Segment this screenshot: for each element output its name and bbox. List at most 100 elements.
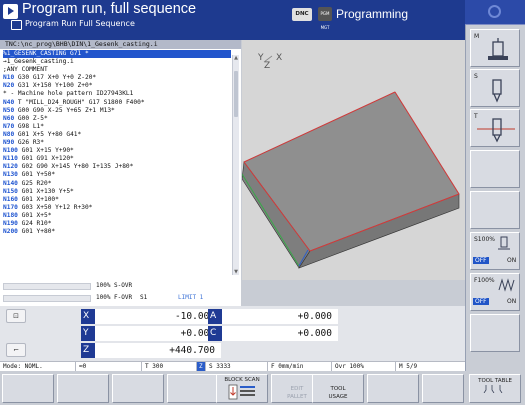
status-mode: Mode: NOML. (0, 362, 76, 371)
feed-override-on[interactable]: ON (507, 298, 516, 305)
program-lines[interactable]: %1_GESENK_CASTING G71 * →1_Gesenk_casting… (3, 50, 231, 262)
nc-code: G26 R3* (14, 139, 44, 147)
workpiece-3d-view: Y Z X (242, 53, 460, 269)
block-scan-icon (228, 384, 255, 400)
axis-row-x: X -10.000 (81, 309, 221, 324)
softkey-m-function[interactable]: M (470, 29, 520, 67)
spindle-override-on[interactable]: ON (507, 257, 516, 264)
axis-label-c: C (208, 326, 222, 341)
zero-point-icon[interactable]: ⌐ (6, 343, 26, 357)
softkey-t-function[interactable]: T (470, 109, 520, 147)
spindle-override-off[interactable]: OFF (473, 257, 489, 264)
status-tool: T 300 (142, 362, 197, 371)
program-path: TNC:\nc_prog\BHB\DIN\1_Gesenk_casting.i (0, 40, 241, 49)
program-line[interactable]: ;ANY COMMENT (3, 66, 231, 74)
program-line[interactable]: * - Machine hole pattern ID27943KL1 (3, 90, 231, 98)
program-line[interactable]: N160 G01 X+100* (3, 196, 231, 204)
scroll-thumb[interactable] (234, 71, 238, 117)
spindle-override-text: 100% S-OVR (96, 282, 133, 289)
bottom-softkey-3[interactable] (112, 374, 164, 403)
softkey-blank-3[interactable] (470, 314, 520, 352)
position-mode-icon[interactable]: ⊡ (6, 309, 26, 323)
bottom-softkey-8[interactable] (367, 374, 419, 403)
softkey-blank-1[interactable] (470, 150, 520, 188)
program-line[interactable]: N180 G01 X+5* (3, 212, 231, 220)
program-line[interactable]: N90 G26 R3* (3, 139, 231, 147)
scroll-up-icon[interactable]: ▲ (233, 55, 239, 61)
simulation-graphic[interactable]: Y Z X (242, 40, 465, 280)
programming-mode-label[interactable]: Programming (336, 7, 408, 21)
program-line[interactable]: N130 G01 Y+50* (3, 171, 231, 179)
bottom-softkey-2[interactable] (57, 374, 109, 403)
program-line[interactable]: N110 G01 G91 X+120* (3, 155, 231, 163)
program-line[interactable]: N190 G24 R10* (3, 220, 231, 228)
axis-value-x: -10.000 (95, 309, 221, 324)
program-line[interactable]: →1_Gesenk_casting.i (3, 58, 231, 66)
nc-code: G01 X+5 Y+80 G41* (14, 130, 82, 138)
feed-override-gauge (3, 295, 91, 302)
feed-override-off[interactable]: OFF (473, 298, 489, 305)
block-scan-button[interactable]: BLOCK SCAN (216, 374, 268, 403)
status-bar: Mode: NOML. ≕0 T 300 Z S 3333 F 0mm/min … (0, 361, 465, 371)
settings-area[interactable] (465, 0, 525, 25)
program-line[interactable]: N10 G30 G17 X+0 Y+0 Z-20* (3, 74, 231, 82)
axis-row-z: Z +440.700 (81, 343, 221, 358)
mode-title: Program run, full sequence (22, 1, 197, 17)
feed-override-icon (498, 278, 515, 292)
axis-value-z: +440.700 (95, 343, 221, 358)
block-number: N10 (3, 74, 15, 82)
tool-table-button[interactable]: TOOL TABLE (469, 374, 521, 403)
program-line[interactable]: %1_GESENK_CASTING G71 * (3, 50, 231, 59)
status-feed: F 0mm/min (268, 362, 332, 371)
program-run-small-icon (11, 20, 22, 30)
axis-label-x: X (81, 309, 95, 324)
program-line[interactable]: N40 T "MILL_D24_ROUGH" G17 S1800 F400* (3, 99, 231, 107)
bottom-softkey-9[interactable] (422, 374, 464, 403)
nc-code: G01 Y+80* (17, 228, 56, 236)
nc-code: G01 G91 X+120* (17, 155, 74, 163)
program-line[interactable]: N50 G00 G90 X-25 Y+65 Z+1 M13* (3, 107, 231, 115)
program-line[interactable]: N80 G01 X+5 Y+80 G41* (3, 131, 231, 139)
program-line[interactable]: N200 G01 Y+80* (3, 228, 231, 236)
softkey-feed-override[interactable]: F100% OFF ON (470, 273, 520, 311)
graphic-axis-y: Y (257, 53, 264, 63)
programming-mode-icon[interactable]: PGM MGT (318, 7, 332, 30)
nc-code: G25 R20* (17, 179, 52, 187)
position-display: ⊡ ⌐ X -10.000 Y +0.000 Z +440.700 A +0.0… (0, 306, 465, 361)
program-line[interactable]: N140 G25 R20* (3, 180, 231, 188)
bottom-softkey-4[interactable] (167, 374, 219, 403)
softkey-blank-2[interactable] (470, 191, 520, 229)
dnc-icon[interactable]: DNC (292, 8, 312, 21)
program-line[interactable]: N20 G31 X+150 Y+100 Z+0* (3, 82, 231, 90)
block-number: N40 (3, 98, 15, 106)
tool-usage-button[interactable]: TOOL USAGE (312, 374, 364, 403)
settings-icon[interactable] (488, 5, 501, 18)
block-number: N190 (3, 219, 18, 227)
nc-code: G30 G17 X+0 Y+0 Z-20* (14, 74, 97, 82)
program-line[interactable]: N70 G98 L1* (3, 123, 231, 131)
block-number: N50 (3, 106, 15, 114)
nc-code: T "MILL_D24_ROUGH" G17 S1800 F400* (14, 98, 145, 106)
program-line[interactable]: N150 G01 X+130 Y+5* (3, 188, 231, 196)
block-number: N70 (3, 122, 15, 130)
program-listing[interactable]: %1_GESENK_CASTING G71 * →1_Gesenk_casting… (0, 49, 241, 280)
nc-code: G31 X+150 Y+100 Z+0* (14, 82, 93, 90)
softkey-s-function[interactable]: S (470, 69, 520, 107)
program-line[interactable]: N100 G01 X+15 Y+90* (3, 147, 231, 155)
nc-code: G24 R10* (17, 219, 52, 227)
block-number: N80 (3, 130, 15, 138)
machine-m-icon (488, 38, 508, 60)
scroll-down-icon[interactable]: ▼ (233, 269, 239, 275)
status-zero-point: ≕0 (76, 362, 142, 371)
program-scrollbar[interactable]: ▲ ▼ (232, 55, 239, 275)
program-line[interactable]: N170 G03 X+50 Y+12 R+30* (3, 204, 231, 212)
bottom-softkey-1[interactable] (2, 374, 54, 403)
program-line[interactable]: N120 G02 G90 X+145 Y+80 I+135 J+80* (3, 163, 231, 171)
nc-code: ;ANY COMMENT (3, 66, 48, 74)
status-z-axis-icon: Z (197, 362, 206, 371)
axis-row-c: C +0.000 (208, 326, 338, 341)
program-line[interactable]: N60 G00 Z-5* (3, 115, 231, 123)
softkey-spindle-override[interactable]: S100% OFF ON (470, 232, 520, 270)
tool-table-label: TOOL TABLE (478, 378, 512, 384)
nc-code: G01 X+100* (17, 195, 59, 203)
